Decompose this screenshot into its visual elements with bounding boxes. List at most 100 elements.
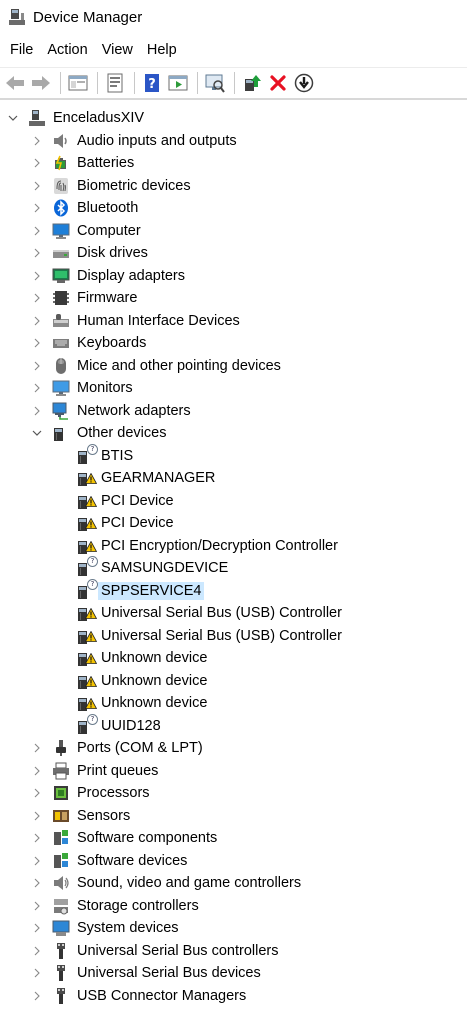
- category-audio-inputs-and-outputs[interactable]: Audio inputs and outputs: [0, 130, 467, 152]
- chevron-right-icon[interactable]: [32, 293, 42, 303]
- device-item[interactable]: Universal Serial Bus (USB) Controller: [0, 602, 467, 624]
- menu-file[interactable]: File: [3, 39, 40, 61]
- chevron-right-icon[interactable]: [32, 136, 42, 146]
- toolbar-separator: [60, 72, 61, 94]
- device-item[interactable]: GEARMANAGER: [0, 467, 467, 489]
- usb-icon: [52, 964, 70, 982]
- category-processors[interactable]: Processors: [0, 782, 467, 804]
- device-item[interactable]: Unknown device: [0, 692, 467, 714]
- category-biometric-devices[interactable]: Biometric devices: [0, 175, 467, 197]
- software-icon: [52, 829, 70, 847]
- device-item[interactable]: Unknown device: [0, 670, 467, 692]
- chevron-right-icon[interactable]: [32, 923, 42, 933]
- chevron-right-icon[interactable]: [32, 901, 42, 911]
- device-icon: ?: [76, 556, 98, 577]
- tree-item-label: System devices: [77, 920, 179, 936]
- tree-root[interactable]: EnceladusXIV: [0, 107, 467, 129]
- update-driver-icon[interactable]: [240, 71, 264, 95]
- forward-icon[interactable]: [29, 71, 53, 95]
- chevron-right-icon[interactable]: [32, 226, 42, 236]
- device-item[interactable]: PCI Encryption/Decryption Controller: [0, 535, 467, 557]
- chevron-right-icon[interactable]: [32, 833, 42, 843]
- printer-icon: [52, 762, 70, 780]
- scan-hardware-icon[interactable]: [203, 71, 227, 95]
- device-item[interactable]: ? UUID128: [0, 713, 467, 737]
- category-disk-drives[interactable]: Disk drives: [0, 242, 467, 264]
- properties-pane-icon[interactable]: [66, 71, 90, 95]
- chevron-right-icon[interactable]: [32, 271, 42, 281]
- category-other-devices[interactable]: Other devices: [0, 422, 467, 444]
- chevron-right-icon[interactable]: [32, 811, 42, 821]
- menu-action[interactable]: Action: [40, 39, 94, 61]
- chevron-right-icon[interactable]: [32, 946, 42, 956]
- device-item[interactable]: ? SAMSUNGDEVICE: [0, 556, 467, 579]
- sound-icon: [52, 874, 70, 892]
- category-bluetooth[interactable]: Bluetooth: [0, 197, 467, 219]
- device-icon: [76, 649, 98, 667]
- category-network-adapters[interactable]: Network adapters: [0, 400, 467, 422]
- device-item[interactable]: Unknown device: [0, 647, 467, 669]
- disable-icon[interactable]: [292, 71, 316, 95]
- device-item[interactable]: PCI Device: [0, 512, 467, 534]
- category-keyboards[interactable]: Keyboards: [0, 332, 467, 354]
- warning-icon: [84, 539, 98, 557]
- menu-help[interactable]: Help: [140, 39, 184, 61]
- chevron-right-icon[interactable]: [32, 203, 42, 213]
- tree-item-label: Bluetooth: [77, 200, 139, 216]
- device-icon: [76, 469, 98, 487]
- category-ports-com-and-lpt[interactable]: Ports (COM & LPT): [0, 737, 467, 759]
- device-item[interactable]: Universal Serial Bus (USB) Controller: [0, 625, 467, 647]
- category-monitors[interactable]: Monitors: [0, 377, 467, 399]
- category-computer[interactable]: Computer: [0, 220, 467, 242]
- device-icon: ?: [76, 578, 98, 600]
- back-icon[interactable]: [3, 71, 27, 95]
- chevron-right-icon[interactable]: [32, 878, 42, 888]
- category-display-adapters[interactable]: Display adapters: [0, 265, 467, 287]
- category-system-devices[interactable]: System devices: [0, 917, 467, 939]
- chevron-right-icon[interactable]: [32, 383, 42, 393]
- tree-item-label: Universal Serial Bus (USB) Controller: [101, 627, 342, 644]
- chevron-right-icon[interactable]: [32, 316, 42, 326]
- category-universal-serial-bus-controllers[interactable]: Universal Serial Bus controllers: [0, 940, 467, 962]
- device-item[interactable]: ? SPPSERVICE4: [0, 578, 467, 602]
- help-icon[interactable]: ?: [140, 71, 164, 95]
- chevron-right-icon[interactable]: [32, 766, 42, 776]
- category-human-interface-devices[interactable]: Human Interface Devices: [0, 310, 467, 332]
- device-icon: [76, 492, 98, 510]
- console-tree-icon[interactable]: [166, 71, 190, 95]
- device-item[interactable]: ? BTIS: [0, 443, 467, 467]
- warning-icon: [84, 629, 98, 647]
- category-batteries[interactable]: Batteries: [0, 152, 467, 174]
- chevron-right-icon[interactable]: [32, 248, 42, 258]
- uninstall-icon[interactable]: [266, 71, 290, 95]
- category-sound-video-and-game-controllers[interactable]: Sound, video and game controllers: [0, 872, 467, 894]
- chevron-right-icon[interactable]: [32, 856, 42, 866]
- category-software-components[interactable]: Software components: [0, 827, 467, 849]
- chevron-right-icon[interactable]: [32, 181, 42, 191]
- menu-view[interactable]: View: [95, 39, 140, 61]
- display-icon: [52, 267, 70, 285]
- chevron-right-icon[interactable]: [32, 406, 42, 416]
- warning-icon: [84, 606, 98, 624]
- chevron-right-icon[interactable]: [32, 743, 42, 753]
- device-item[interactable]: PCI Device: [0, 490, 467, 512]
- chevron-right-icon[interactable]: [32, 788, 42, 798]
- chevron-right-icon[interactable]: [32, 338, 42, 348]
- category-software-devices[interactable]: Software devices: [0, 850, 467, 872]
- toolbar-separator: [197, 72, 198, 94]
- chevron-down-icon[interactable]: [32, 428, 42, 438]
- category-universal-serial-bus-devices[interactable]: Universal Serial Bus devices: [0, 962, 467, 984]
- category-mice-and-other-pointing-devices[interactable]: Mice and other pointing devices: [0, 355, 467, 377]
- chevron-right-icon[interactable]: [32, 968, 42, 978]
- chevron-right-icon[interactable]: [32, 158, 42, 168]
- chevron-right-icon[interactable]: [32, 991, 42, 1001]
- category-print-queues[interactable]: Print queues: [0, 760, 467, 782]
- category-firmware[interactable]: Firmware: [0, 287, 467, 309]
- chevron-right-icon[interactable]: [32, 361, 42, 371]
- category-storage-controllers[interactable]: Storage controllers: [0, 895, 467, 917]
- list-view-icon[interactable]: [103, 71, 127, 95]
- chevron-down-icon[interactable]: [8, 113, 18, 123]
- category-usb-connector-managers[interactable]: USB Connector Managers: [0, 985, 467, 1007]
- category-sensors[interactable]: Sensors: [0, 805, 467, 827]
- network-icon: [52, 402, 70, 420]
